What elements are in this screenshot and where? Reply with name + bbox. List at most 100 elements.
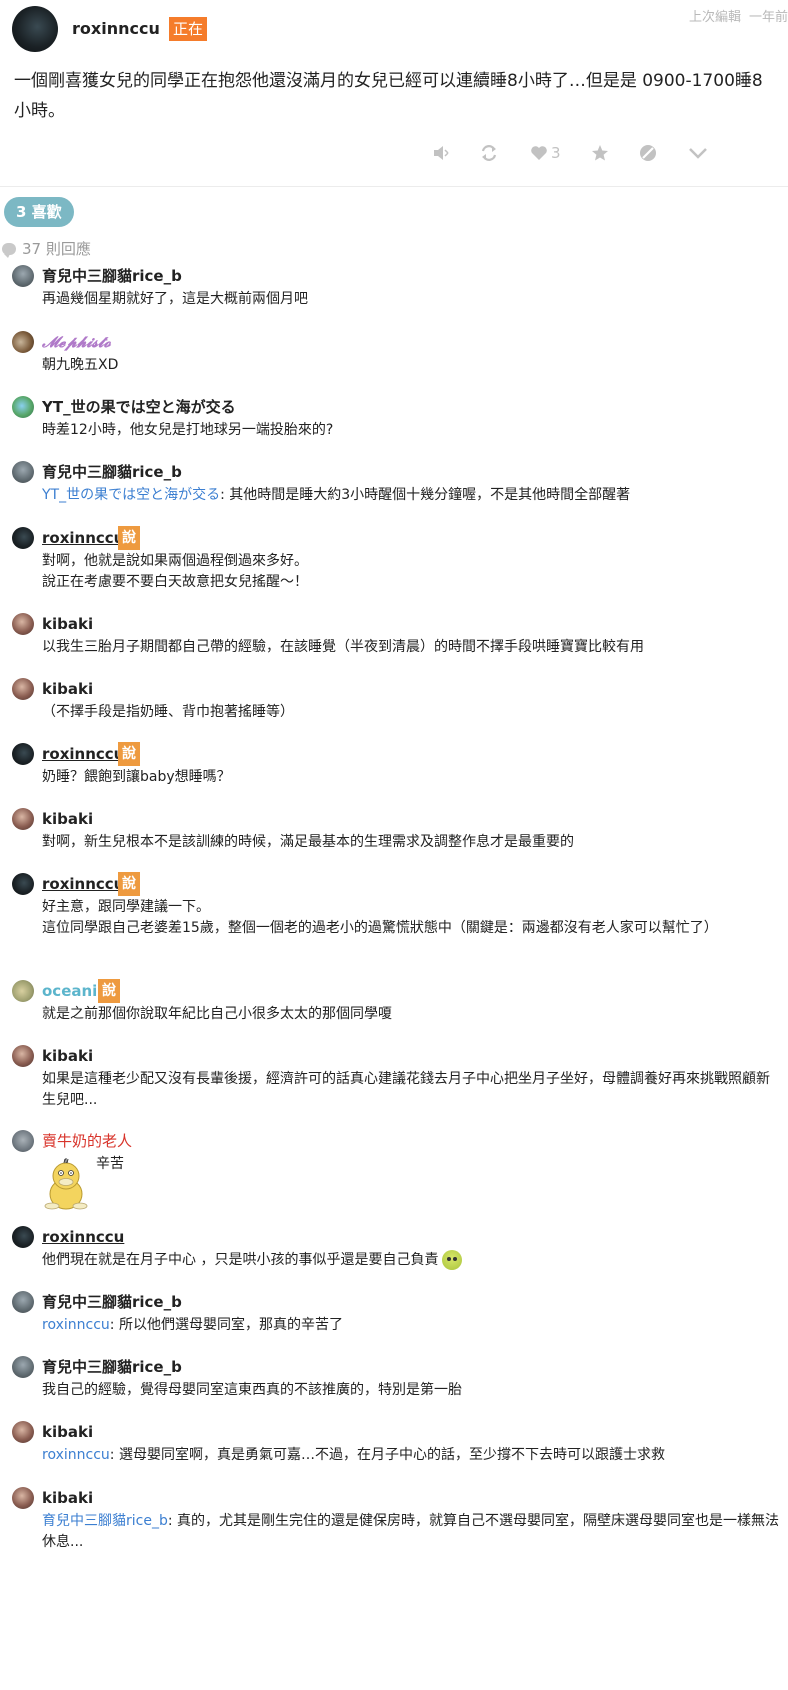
avatar[interactable] [12,613,34,635]
comment-line: : 選母嬰同室啊，真是勇氣可嘉…不過，在月子中心的話，至少撐不下去時可以跟護士求… [109,1447,665,1463]
say-badge: 說 [98,979,120,1003]
avatar[interactable] [12,527,34,549]
comment-author[interactable]: roxinnccu [42,873,124,895]
comment-line: 朝九晚五XD [42,357,119,373]
avatar[interactable] [12,1487,34,1509]
avatar[interactable] [12,678,34,700]
edit-info: 上次編輯 一年前 [689,6,788,25]
avatar[interactable] [12,808,34,830]
mention-link[interactable]: YT_世の果では空と海が交る [42,487,220,503]
comment-line: 時差12小時，他女兒是打地球另一端投胎來的? [42,422,334,438]
block-icon [640,145,656,161]
comment-author[interactable]: kibaki [42,678,93,700]
avatar[interactable] [12,873,34,895]
comment-author[interactable]: kibaki [42,808,93,830]
author-avatar[interactable] [12,6,58,52]
comment-line: （不擇手段是指奶睡、背巾抱著搖睡等） [42,704,294,720]
comment-text: 如果是這種老少配又沒有長輩後援，經濟許可的話真心建議花錢去月子中心把坐月子坐好，… [42,1069,782,1111]
likes-button[interactable]: 3 喜歡 [4,197,74,227]
avatar[interactable] [12,1291,34,1313]
comment-line: 我自己的經驗，覺得母嬰同室這東西真的不該推廣的，特別是第一胎 [42,1382,462,1398]
comment-line: 再過幾個星期就好了，這是大概前兩個月吧 [42,291,308,307]
divider [0,186,788,187]
comment-text: 時差12小時，他女兒是打地球另一端投胎來的? [42,420,782,441]
comment-author[interactable]: YT_世の果では空と海が交る [42,396,236,418]
chevron-down-icon [689,148,707,159]
repost-button[interactable] [480,138,498,168]
comment-line: : 其他時間是睡大約3小時醒個十幾分鐘喔，不是其他時間全部醒著 [220,487,631,503]
avatar[interactable] [12,980,34,1002]
mention-link[interactable]: roxinnccu [42,1317,110,1333]
more-button[interactable] [688,138,708,168]
comment-text: （不擇手段是指奶睡、背巾抱著搖睡等） [42,702,782,723]
avatar[interactable] [12,1226,34,1248]
comment-line: 奶睡？餵飽到讓baby想睡嗎？ [42,769,231,785]
say-badge: 說 [118,872,140,896]
comment-text: 我自己的經驗，覺得母嬰同室這東西真的不該推廣的，特別是第一胎 [42,1380,782,1401]
comment-line: 這位同學跟自己老婆差15歲，整個一個老的過老小的過驚慌狀態中（關鍵是：兩邊都沒有… [42,920,718,936]
speaker-icon [434,146,449,160]
mute-button[interactable] [432,138,450,168]
avatar[interactable] [12,331,34,353]
comment-author[interactable]: roxinnccu [42,743,124,765]
comment-author[interactable]: kibaki [42,613,93,635]
avatar[interactable] [12,461,34,483]
comment-text: roxinnccu: 所以他們選母嬰同室，那真的辛苦了 [42,1315,782,1336]
comment-text: 就是之前那個你說取年紀比自己小很多太太的那個同學嗄 [42,1004,782,1025]
comment-icon [2,242,16,258]
comment-line: 說正在考慮要不要白天故意把女兒搖醒～！ [42,574,308,590]
comment-text: 再過幾個星期就好了，這是大概前兩個月吧 [42,289,782,310]
avatar[interactable] [12,1356,34,1378]
mention-link[interactable]: roxinnccu [42,1447,110,1463]
mention-link[interactable]: 育兒中三腳貓rice_b [42,1513,168,1529]
comment-line: : 所以他們選母嬰同室，那真的辛苦了 [109,1317,343,1333]
avatar[interactable] [12,1130,34,1152]
like-count: 3 [551,144,561,162]
avatar[interactable] [12,1045,34,1067]
like-button[interactable]: 3 [530,138,561,168]
comment-line: 辛苦 [96,1156,124,1172]
comment-text: 對啊，他就是說如果兩個過程倒過來多好。 說正在考慮要不要白天故意把女兒搖醒～！ [42,551,782,593]
favorite-button[interactable] [591,138,609,168]
post-actions: 3 [0,138,788,168]
comment-line: 好主意，跟同學建議一下。 [42,899,210,915]
comment-author[interactable]: 育兒中三腳貓rice_b [42,1356,182,1378]
comment-author[interactable]: 育兒中三腳貓rice_b [42,265,182,287]
star-icon [592,145,608,161]
comment-text: 好主意，跟同學建議一下。 這位同學跟自己老婆差15歲，整個一個老的過老小的過驚慌… [42,897,782,939]
comment-author[interactable]: 育兒中三腳貓rice_b [42,1291,182,1313]
comment-author[interactable]: kibaki [42,1045,93,1067]
comment-author[interactable]: kibaki [42,1421,93,1443]
post-author[interactable]: roxinnccu [72,19,160,38]
psyduck-sticker [44,1158,88,1210]
block-button[interactable] [639,138,657,168]
avatar[interactable] [12,1421,34,1443]
comment-text: 以我生三胎月子期間都自己帶的經驗，在該睡覺（半夜到清晨）的時間不擇手段哄睡寶寶比… [42,637,782,658]
comment-author[interactable]: roxinnccu [42,527,124,549]
comment-author[interactable]: roxinnccu [42,1226,124,1248]
reply-count-label: 37 則回應 [22,240,91,258]
comment-author[interactable]: 𝓜𝓮𝓹𝓱𝓲𝓼𝓽𝓸 [42,331,111,353]
comment-text: 辛苦 [96,1154,788,1175]
comment-line: 對啊，他就是說如果兩個過程倒過來多好。 [42,553,308,569]
comment-author[interactable]: 賣牛奶的老人 [42,1130,132,1152]
avatar[interactable] [12,265,34,287]
comment-line: 就是之前那個你說取年紀比自己小很多太太的那個同學嗄 [42,1006,392,1022]
comment-text: 奶睡？餵飽到讓baby想睡嗎？ [42,767,782,788]
say-badge: 說 [118,526,140,550]
comment-author[interactable]: kibaki [42,1487,93,1509]
post-header: roxinnccu 正在 上次編輯 一年前 [12,6,788,56]
say-badge: 說 [118,742,140,766]
edit-label[interactable]: 上次編輯 [689,10,741,25]
comment-text: 對啊，新生兒根本不是該訓練的時候，滿足最基本的生理需求及調整作息才是最重要的 [42,832,782,853]
comment-author[interactable]: oceanic [42,980,106,1002]
avatar[interactable] [12,743,34,765]
reply-count: 37 則回應 [2,238,91,259]
sick-face-icon [442,1250,463,1270]
avatar[interactable] [12,396,34,418]
comment-author[interactable]: 育兒中三腳貓rice_b [42,461,182,483]
comment-line: 以我生三胎月子期間都自己帶的經驗，在該睡覺（半夜到清晨）的時間不擇手段哄睡寶寶比… [42,639,644,655]
comment-text: 育兒中三腳貓rice_b: 真的，尤其是剛生完住的還是健保房時，就算自己不選母嬰… [42,1511,782,1553]
comment-text: YT_世の果では空と海が交る: 其他時間是睡大約3小時醒個十幾分鐘喔，不是其他時… [42,485,782,506]
heart-icon [531,146,547,160]
